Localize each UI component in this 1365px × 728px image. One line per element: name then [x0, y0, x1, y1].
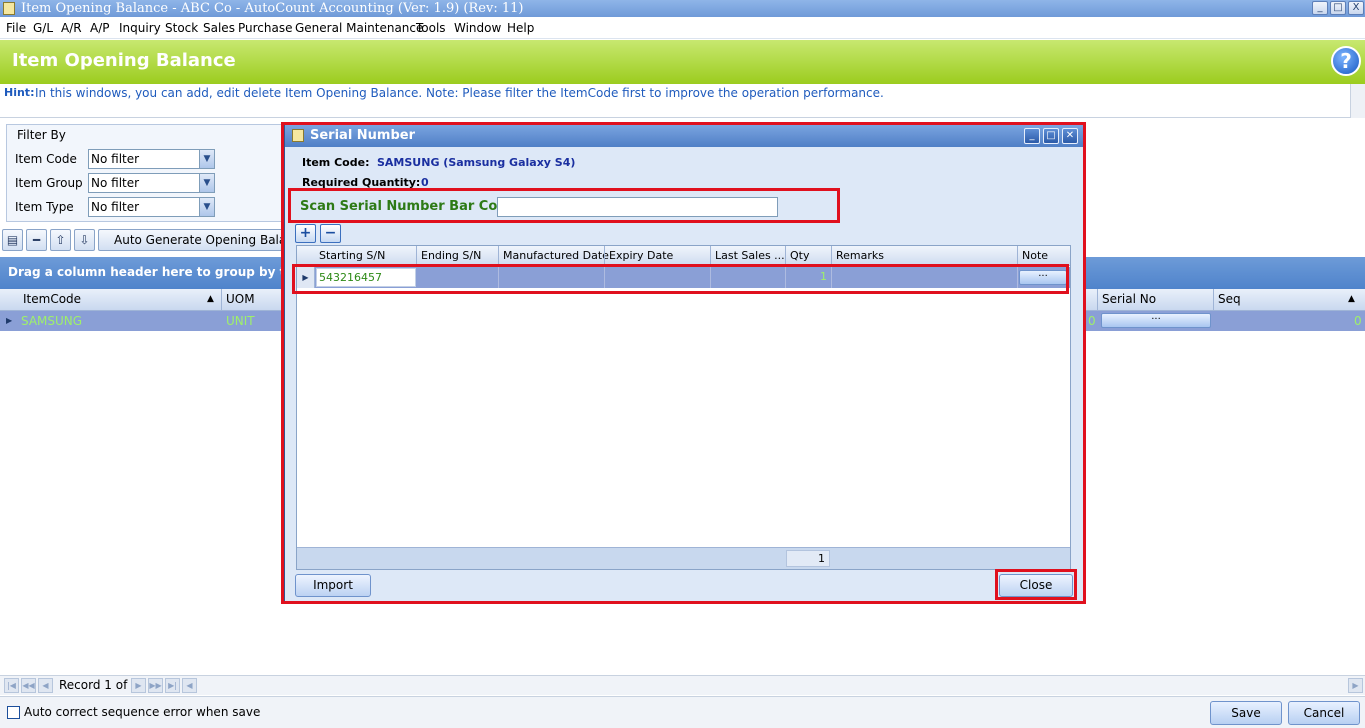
item-group-filter-combo[interactable]: No filter ▼: [88, 173, 215, 193]
help-icon[interactable]: ?: [1331, 46, 1361, 76]
menu-purchase[interactable]: Purchase: [238, 20, 293, 36]
menu-gl[interactable]: G/L: [33, 20, 53, 36]
menu-stock[interactable]: Stock: [165, 20, 198, 36]
menu-window[interactable]: Window: [454, 20, 501, 36]
hint-scrollbar[interactable]: [1350, 84, 1365, 118]
row-highlight-box: [292, 264, 1069, 294]
menu-bar: File G/L A/R A/P Inquiry Stock Sales Pur…: [0, 17, 1365, 39]
move-down-icon[interactable]: ⇩: [74, 229, 95, 251]
menu-ar[interactable]: A/R: [61, 20, 82, 36]
hint-text: In this windows, you can add, edit delet…: [35, 86, 884, 100]
menu-ap[interactable]: A/P: [90, 20, 110, 36]
window-title-bar: Item Opening Balance - ABC Co - AutoCoun…: [0, 0, 1365, 17]
filter-panel: Filter By Item Code No filter ▼ Item Gro…: [6, 124, 286, 222]
col-divider: [1097, 289, 1098, 311]
combo-value: No filter: [91, 200, 140, 214]
row-indicator-icon: ▶: [6, 316, 13, 325]
first-record-icon[interactable]: |◀: [4, 678, 19, 693]
cell-itemcode[interactable]: SAMSUNG: [21, 314, 82, 328]
page-header: Item Opening Balance ?: [0, 40, 1365, 84]
auto-generate-button[interactable]: Auto Generate Opening Balance By: [98, 229, 288, 251]
hint-label: Hint:: [4, 86, 35, 99]
close-window-button[interactable]: X: [1348, 1, 1364, 15]
window-title: Item Opening Balance - ABC Co - AutoCoun…: [21, 1, 524, 16]
remove-icon[interactable]: ━: [26, 229, 47, 251]
next-page-icon[interactable]: ▶▶: [148, 678, 163, 693]
menu-general-maintenance[interactable]: General Maintenance: [295, 20, 423, 36]
cell-qty[interactable]: 0: [1088, 314, 1096, 328]
menu-file[interactable]: File: [6, 20, 26, 36]
filter-label-item-type: Item Type: [15, 200, 74, 214]
combo-value: No filter: [91, 176, 140, 190]
scroll-left-icon[interactable]: ◀: [182, 678, 197, 693]
item-code-filter-combo[interactable]: No filter ▼: [88, 149, 215, 169]
menu-sales[interactable]: Sales: [203, 20, 235, 36]
item-type-filter-combo[interactable]: No filter ▼: [88, 197, 215, 217]
prev-page-icon[interactable]: ◀◀: [21, 678, 36, 693]
filter-label-item-code: Item Code: [15, 152, 77, 166]
record-count: Record 1 of 1: [59, 678, 139, 692]
col-itemcode[interactable]: ItemCode: [23, 292, 81, 306]
menu-inquiry[interactable]: Inquiry: [119, 20, 161, 36]
cell-seq[interactable]: 0: [1354, 314, 1362, 328]
col-seq[interactable]: Seq: [1218, 292, 1241, 306]
cell-uom[interactable]: UNIT: [226, 314, 255, 328]
col-divider: [1213, 289, 1214, 311]
col-uom[interactable]: UOM: [226, 292, 255, 306]
move-up-icon[interactable]: ⇧: [50, 229, 71, 251]
combo-value: No filter: [91, 152, 140, 166]
chevron-down-icon[interactable]: ▼: [199, 150, 214, 168]
chevron-down-icon[interactable]: ▼: [199, 174, 214, 192]
col-serial-no[interactable]: Serial No: [1102, 292, 1156, 306]
last-record-icon[interactable]: ▶|: [165, 678, 180, 693]
scroll-right-icon[interactable]: ▶: [1348, 678, 1363, 693]
auto-correct-label: Auto correct sequence error when save: [24, 705, 261, 719]
next-record-icon[interactable]: ▶: [131, 678, 146, 693]
sort-asc-icon: ▲: [207, 294, 214, 304]
sort-asc-icon: ▲: [1348, 294, 1355, 304]
close-highlight-box: [995, 569, 1077, 600]
hint-panel: Hint: In this windows, you can add, edit…: [0, 84, 1365, 118]
scan-highlight-box: [288, 188, 840, 223]
menu-help[interactable]: Help: [507, 20, 534, 36]
save-button[interactable]: Save: [1210, 701, 1282, 725]
app-icon: [3, 2, 15, 15]
auto-correct-checkbox[interactable]: [7, 706, 20, 719]
page-title: Item Opening Balance: [12, 50, 236, 71]
filter-label-item-group: Item Group: [15, 176, 83, 190]
footer-bar: Auto correct sequence error when save Sa…: [0, 696, 1365, 728]
serial-no-ellipsis-button[interactable]: ···: [1101, 313, 1211, 328]
cancel-button[interactable]: Cancel: [1288, 701, 1360, 725]
col-divider: [221, 289, 222, 311]
chevron-down-icon[interactable]: ▼: [199, 198, 214, 216]
restore-button[interactable]: □: [1330, 1, 1346, 15]
menu-tools[interactable]: Tools: [416, 20, 446, 36]
new-document-icon[interactable]: ▤: [2, 229, 23, 251]
filter-title: Filter By: [17, 128, 66, 142]
record-navigator: |◀ ◀◀ ◀ Record 1 of 1 ▶ ▶▶ ▶| ◀ ▶: [0, 675, 1365, 695]
prev-record-icon[interactable]: ◀: [38, 678, 53, 693]
minimize-button[interactable]: _: [1312, 1, 1328, 15]
